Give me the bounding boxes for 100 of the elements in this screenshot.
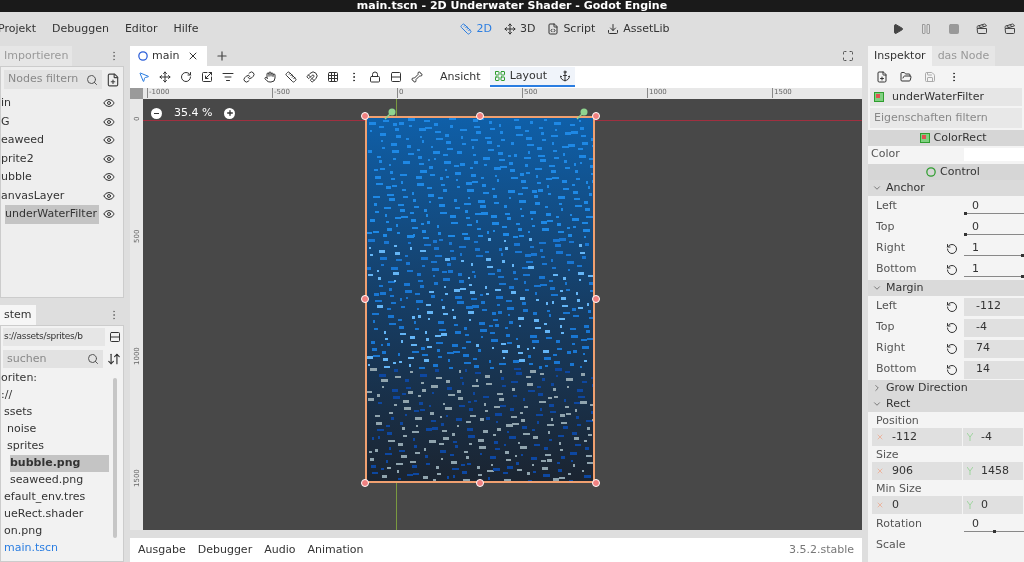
resize-handle[interactable] (476, 479, 484, 487)
grid-snap-icon[interactable] (327, 71, 339, 83)
add-script-icon[interactable] (106, 72, 120, 87)
file-item[interactable]: ssets (4, 404, 109, 421)
open-folder-icon[interactable] (900, 71, 912, 83)
ruler-icon[interactable] (285, 71, 297, 83)
scene-node[interactable]: anvasLayer (1, 186, 99, 205)
number-field[interactable]: 74 (964, 339, 1024, 358)
x-field[interactable]: -112 (872, 428, 962, 446)
scene-node[interactable]: eaweed (1, 131, 99, 150)
play-custom-scene-icon[interactable] (1004, 23, 1016, 35)
select-pointer-icon[interactable] (138, 71, 150, 83)
revert-icon[interactable] (946, 300, 958, 313)
bone-icon[interactable] (411, 71, 423, 83)
visibility-eye-icon[interactable] (103, 189, 115, 202)
menu-item[interactable]: Editor (124, 20, 158, 38)
x-field[interactable]: 906 (872, 462, 962, 480)
y-field[interactable]: 1458 (963, 462, 1023, 480)
visibility-eye-icon[interactable] (103, 115, 115, 128)
menu-button[interactable]: Ansicht (440, 68, 481, 86)
lock-icon[interactable] (369, 71, 381, 83)
resize-handle[interactable] (476, 112, 484, 120)
file-item[interactable]: ueRect.shader (4, 506, 109, 523)
slider-thumb[interactable] (992, 529, 996, 533)
visibility-eye-icon[interactable] (103, 208, 115, 221)
bottom-panel-tab[interactable]: Animation (307, 541, 364, 559)
revert-icon[interactable] (946, 242, 958, 255)
play-icon[interactable] (892, 23, 904, 35)
group-header[interactable]: Grow Direction (868, 380, 1024, 396)
group-header[interactable]: Margin (868, 280, 1024, 296)
number-field[interactable]: -4 (964, 318, 1024, 337)
anchor-pin-icon[interactable] (576, 108, 588, 120)
scrollbar[interactable] (113, 378, 117, 538)
slider-thumb[interactable] (964, 211, 967, 215)
file-item[interactable]: main.tscn (4, 540, 109, 557)
dock-tab[interactable]: stem (0, 305, 36, 325)
visibility-eye-icon[interactable] (103, 152, 115, 165)
slider-field[interactable]: 0 (964, 515, 1024, 534)
menu-item[interactable]: Hilfe (173, 20, 199, 38)
selected-noise-rect[interactable] (365, 116, 595, 483)
scene-node[interactable]: underWaterFilter (5, 205, 99, 224)
group-header[interactable]: Anchor (868, 180, 1024, 196)
rotate-icon[interactable] (180, 71, 192, 83)
viewport-canvas[interactable]: 35.4 % (143, 99, 862, 530)
slider-thumb[interactable] (1021, 274, 1024, 278)
scene-node[interactable]: ubble (1, 168, 99, 187)
visibility-eye-icon[interactable] (103, 97, 115, 110)
resize-handle[interactable] (592, 479, 600, 487)
bottom-panel-tab[interactable]: Ausgabe (138, 541, 186, 559)
resize-handle[interactable] (592, 112, 600, 120)
resize-handle[interactable] (361, 112, 369, 120)
workspace-tab[interactable]: AssetLib (607, 20, 670, 38)
slider-field[interactable]: 1 (964, 260, 1024, 279)
resize-handle[interactable] (361, 295, 369, 303)
file-item[interactable]: bubble.png (10, 455, 109, 472)
file-item[interactable]: noise (7, 421, 109, 438)
dock-tab[interactable]: Inspektor (868, 46, 932, 66)
move-icon[interactable] (159, 71, 171, 83)
play-scene-icon[interactable] (976, 23, 988, 35)
slider-field[interactable]: 1 (964, 239, 1024, 258)
number-field[interactable]: -112 (964, 297, 1024, 316)
bottom-panel-tab[interactable]: Debugger (197, 541, 253, 559)
workspace-tab[interactable]: 3D (503, 20, 536, 38)
zoom-out-button[interactable] (151, 107, 162, 119)
zoom-level[interactable]: 35.4 % (174, 105, 213, 122)
revert-icon[interactable] (946, 363, 958, 376)
revert-icon[interactable] (946, 342, 958, 355)
path-field[interactable]: s://assets/sprites/b (3, 328, 105, 346)
file-item[interactable]: seaweed.png (10, 472, 109, 489)
revert-icon[interactable] (946, 263, 958, 276)
visibility-eye-icon[interactable] (103, 171, 115, 184)
file-item[interactable]: on.png (4, 523, 109, 540)
split-view-icon[interactable] (109, 331, 121, 343)
number-field[interactable]: 14 (964, 360, 1024, 379)
file-item[interactable]: :// (1, 387, 109, 404)
scene-node[interactable]: in (1, 94, 99, 113)
snap-magnet-icon[interactable] (306, 71, 318, 83)
slider-thumb[interactable] (1021, 253, 1024, 257)
zoom-in-button[interactable] (224, 107, 236, 119)
anchor-pin-icon[interactable] (384, 108, 396, 120)
file-item[interactable]: sprites (7, 438, 109, 455)
scene-node[interactable]: prite2 (1, 149, 99, 168)
file-item[interactable]: efault_env.tres (4, 489, 109, 506)
scale-icon[interactable] (201, 71, 213, 83)
revert-icon[interactable] (946, 321, 958, 334)
bottom-panel-tab[interactable]: Audio (264, 541, 296, 559)
add-tab-icon[interactable] (215, 49, 230, 63)
scene-node[interactable]: G (1, 112, 99, 131)
slider-field[interactable]: 0 (964, 218, 1024, 237)
y-field[interactable]: 0 (963, 496, 1023, 514)
sort-icon[interactable] (107, 352, 121, 366)
new-resource-icon[interactable] (876, 71, 888, 83)
fullscreen-icon[interactable] (842, 50, 854, 62)
slider-field[interactable]: 0 (964, 197, 1024, 216)
layout-menu-button[interactable]: Layout (489, 67, 576, 87)
x-field[interactable]: 0 (872, 496, 962, 514)
menu-item[interactable]: Debuggen (51, 20, 109, 38)
scene-tab[interactable]: main (130, 46, 208, 66)
file-item[interactable]: oriten: (1, 370, 109, 387)
workspace-tab[interactable]: Script (547, 20, 596, 38)
